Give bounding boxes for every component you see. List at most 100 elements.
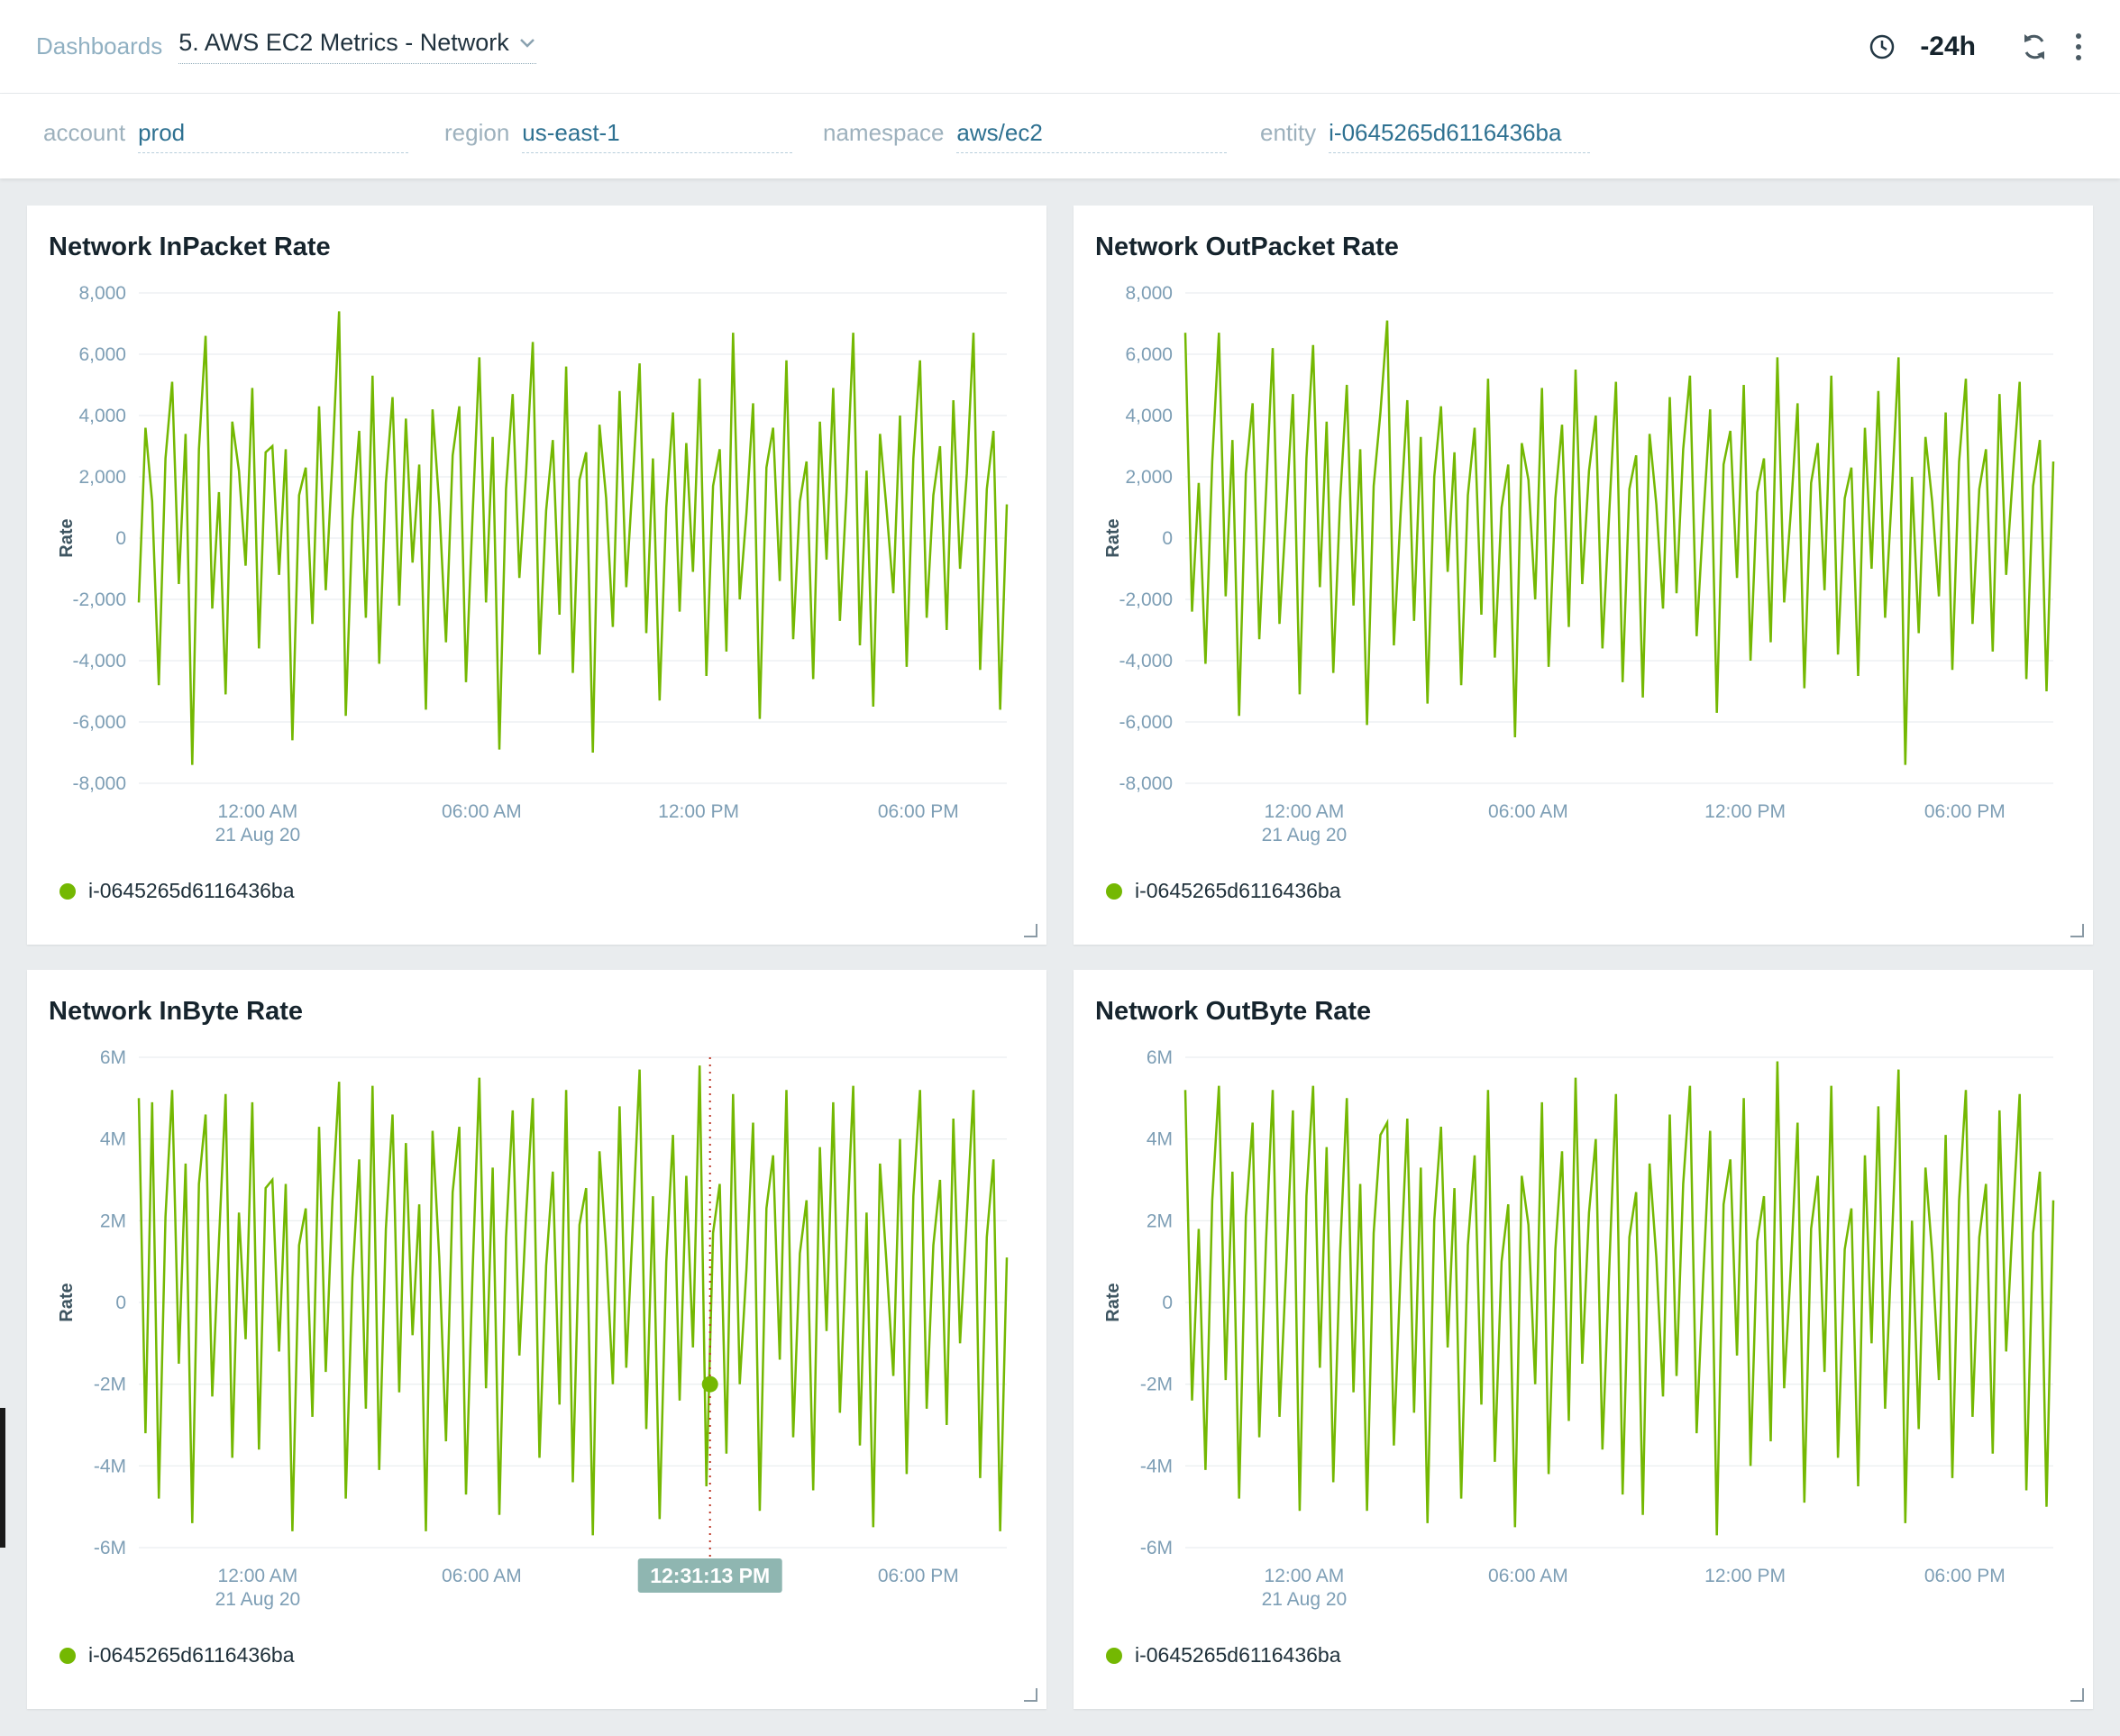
chart-title: Network OutByte Rate <box>1095 997 2071 1027</box>
kebab-menu-button[interactable] <box>2073 31 2084 63</box>
legend-item[interactable]: i-0645265d6116436ba <box>49 1643 1025 1667</box>
svg-text:12:00 PM: 12:00 PM <box>1704 801 1786 822</box>
resize-handle[interactable] <box>1024 924 1037 937</box>
svg-text:12:00 AM: 12:00 AM <box>218 1566 298 1586</box>
chart-panel-network-inpacket-rate: Network InPacket Rate 8,000 6,000 4,000 2,0… <box>27 206 1046 945</box>
resize-handle[interactable] <box>2070 1688 2084 1702</box>
svg-text:0: 0 <box>1162 1293 1173 1313</box>
svg-text:2,000: 2,000 <box>78 467 126 488</box>
svg-text:06:00 AM: 06:00 AM <box>1488 1566 1568 1586</box>
svg-text:-2,000: -2,000 <box>1119 589 1173 610</box>
outbyte-rate-chart[interactable]: 6M4M2M0-2M-4M-6MRate12:00 AM21 Aug 2006:… <box>1095 1043 2071 1638</box>
clock-icon <box>1868 32 1896 61</box>
time-picker-button[interactable] <box>1868 32 1896 61</box>
svg-text:-2M: -2M <box>1140 1375 1173 1395</box>
legend-color-dot <box>59 883 76 900</box>
filter-bar: account prod region us-east-1 namespace … <box>0 94 2120 178</box>
chevron-down-icon <box>518 37 536 50</box>
svg-text:21 Aug 20: 21 Aug 20 <box>1262 1589 1348 1610</box>
svg-text:8,000: 8,000 <box>78 283 126 304</box>
svg-text:06:00 AM: 06:00 AM <box>442 801 522 822</box>
refresh-button[interactable] <box>2019 32 2050 62</box>
filter-namespace-value[interactable]: aws/ec2 <box>956 119 1227 153</box>
svg-text:0: 0 <box>1162 528 1173 549</box>
svg-text:Rate: Rate <box>1103 1283 1123 1321</box>
inpacket-rate-chart[interactable]: 8,0006,0004,0002,0000-2,000-4,000-6,000-… <box>49 279 1025 873</box>
svg-text:06:00 PM: 06:00 PM <box>878 801 959 822</box>
svg-text:-6M: -6M <box>94 1538 126 1558</box>
chart-title: Network InPacket Rate <box>49 233 1025 262</box>
chart-panel-network-outpacket-rate: Network OutPacket Rate 8,000 6,000 4,000 2,… <box>1074 206 2093 945</box>
svg-text:0: 0 <box>115 1293 126 1313</box>
svg-text:06:00 PM: 06:00 PM <box>1924 1566 2006 1586</box>
chart-title: Network OutPacket Rate <box>1095 233 2071 262</box>
svg-text:06:00 PM: 06:00 PM <box>1924 801 2006 822</box>
filter-account: account prod <box>43 119 444 153</box>
svg-text:12:00 PM: 12:00 PM <box>658 801 739 822</box>
legend-label: i-0645265d6116436ba <box>1135 1643 1341 1667</box>
time-range-value[interactable]: -24h <box>1920 32 1976 62</box>
svg-text:6M: 6M <box>100 1047 126 1068</box>
svg-text:4,000: 4,000 <box>1125 406 1173 426</box>
svg-text:Rate: Rate <box>57 1283 77 1321</box>
svg-text:6,000: 6,000 <box>78 344 126 365</box>
filter-entity-label: entity <box>1260 119 1316 147</box>
svg-text:2,000: 2,000 <box>1125 467 1173 488</box>
svg-text:2M: 2M <box>100 1211 126 1231</box>
filter-account-label: account <box>43 119 125 147</box>
filter-region-value[interactable]: us-east-1 <box>522 119 792 153</box>
filter-account-value[interactable]: prod <box>138 119 408 153</box>
left-scrollbar[interactable] <box>0 1408 5 1548</box>
svg-text:-4M: -4M <box>94 1456 126 1476</box>
outpacket-rate-chart[interactable]: 8,0006,0004,0002,0000-2,000-4,000-6,000-… <box>1095 279 2071 873</box>
svg-text:21 Aug 20: 21 Aug 20 <box>1262 825 1348 845</box>
svg-text:0: 0 <box>115 528 126 549</box>
svg-text:-6,000: -6,000 <box>72 712 126 733</box>
svg-text:12:00 AM: 12:00 AM <box>1265 1566 1345 1586</box>
svg-text:-8,000: -8,000 <box>1119 773 1173 794</box>
chart-panel-network-inbyte-rate: Network InByte Rate 6M4M2M0-2M-4M-6MRate… <box>27 970 1046 1709</box>
svg-text:Rate: Rate <box>1103 518 1123 557</box>
filter-entity-value[interactable]: i-0645265d6116436ba <box>1329 119 1590 153</box>
svg-text:06:00 AM: 06:00 AM <box>442 1566 522 1586</box>
svg-text:4,000: 4,000 <box>78 406 126 426</box>
svg-text:-4M: -4M <box>1140 1456 1173 1476</box>
svg-text:8,000: 8,000 <box>1125 283 1173 304</box>
svg-text:21 Aug 20: 21 Aug 20 <box>215 825 301 845</box>
dashboard-title-dropdown[interactable]: 5. AWS EC2 Metrics - Network <box>178 29 536 64</box>
filter-entity: entity i-0645265d6116436ba <box>1260 119 1590 153</box>
legend-item[interactable]: i-0645265d6116436ba <box>1095 1643 2071 1667</box>
legend-color-dot <box>1106 1648 1122 1664</box>
resize-handle[interactable] <box>1024 1688 1037 1702</box>
legend-item[interactable]: i-0645265d6116436ba <box>49 879 1025 903</box>
legend-color-dot <box>59 1648 76 1664</box>
svg-text:21 Aug 20: 21 Aug 20 <box>215 1589 301 1610</box>
svg-text:6M: 6M <box>1147 1047 1173 1068</box>
svg-text:Rate: Rate <box>57 518 77 557</box>
filter-namespace-label: namespace <box>823 119 944 147</box>
legend-label: i-0645265d6116436ba <box>1135 879 1341 903</box>
refresh-icon <box>2019 32 2050 62</box>
svg-text:4M: 4M <box>1147 1129 1173 1150</box>
svg-text:-4,000: -4,000 <box>1119 651 1173 672</box>
legend-label: i-0645265d6116436ba <box>88 1643 295 1667</box>
svg-text:12:00 PM: 12:00 PM <box>1704 1566 1786 1586</box>
svg-text:-4,000: -4,000 <box>72 651 126 672</box>
legend-item[interactable]: i-0645265d6116436ba <box>1095 879 2071 903</box>
filter-region-label: region <box>444 119 509 147</box>
kebab-menu-icon <box>2073 31 2084 63</box>
dashboard-grid: Network InPacket Rate 8,000 6,000 4,000 2,0… <box>0 178 2120 1736</box>
svg-text:06:00 PM: 06:00 PM <box>878 1566 959 1586</box>
breadcrumb: Dashboards <box>36 32 162 60</box>
inbyte-rate-chart[interactable]: 6M4M2M0-2M-4M-6MRate12:00 AM21 Aug 2006:… <box>49 1043 1025 1638</box>
resize-handle[interactable] <box>2070 924 2084 937</box>
svg-text:4M: 4M <box>100 1129 126 1150</box>
chart-panel-network-outbyte-rate: Network OutByte Rate 6M4M2M0-2M-4M-6MRat… <box>1074 970 2093 1709</box>
page-title: 5. AWS EC2 Metrics - Network <box>178 29 509 57</box>
svg-text:2M: 2M <box>1147 1211 1173 1231</box>
chart-title: Network InByte Rate <box>49 997 1025 1027</box>
svg-text:06:00 AM: 06:00 AM <box>1488 801 1568 822</box>
svg-text:6,000: 6,000 <box>1125 344 1173 365</box>
svg-text:12:00 AM: 12:00 AM <box>1265 801 1345 822</box>
top-bar: Dashboards 5. AWS EC2 Metrics - Network … <box>0 0 2120 94</box>
